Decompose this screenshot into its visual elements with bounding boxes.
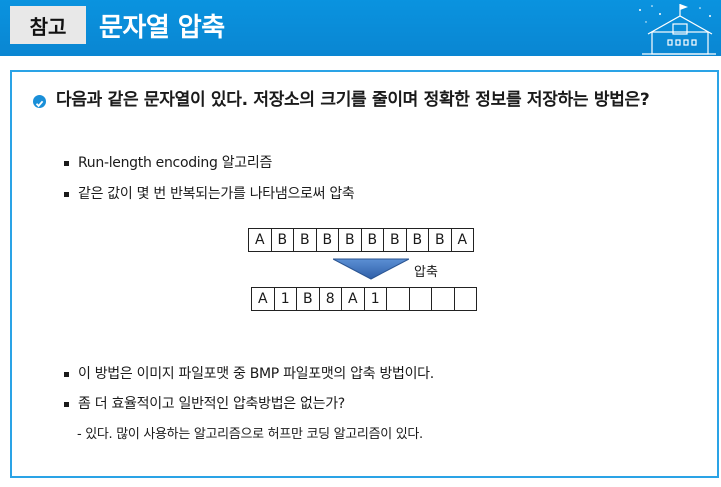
compressed-cell: [453, 287, 477, 311]
compressed-cell: 8: [318, 287, 342, 311]
string-cell: B: [293, 228, 317, 252]
compressed-cell: [431, 287, 455, 311]
bullet-text: 이 방법은 이미지 파일포맷 중 BMP 파일포맷의 압축 방법이다.: [78, 366, 434, 382]
answer-text: - 있다. 많이 사용하는 알고리즘으로 허프만 코딩 알고리즘이 있다.: [77, 427, 423, 442]
bullet-item: 이 방법은 이미지 파일포맷 중 BMP 파일포맷의 압축 방법이다.: [64, 364, 434, 384]
string-cell: B: [270, 228, 294, 252]
string-cell: B: [383, 228, 407, 252]
string-cell: B: [315, 228, 339, 252]
string-cell: A: [450, 228, 474, 252]
header-separator: [0, 56, 721, 70]
compressed-cell: A: [251, 287, 275, 311]
string-cell: B: [428, 228, 452, 252]
down-arrow-icon: [333, 258, 409, 280]
school-building-icon: [639, 4, 716, 55]
bullet-square-icon: [64, 160, 69, 166]
string-cell: B: [360, 228, 384, 252]
bullet-square-icon: [64, 401, 69, 407]
reference-tag: 참고: [10, 6, 86, 44]
question-text: 다음과 같은 문자열이 있다. 저장소의 크기를 줄이며 정확한 정보를 저장하…: [56, 90, 650, 110]
compress-label: 압축: [414, 265, 438, 280]
bullet-text: 같은 값이 몇 번 반복되는가를 나타냄으로써 압축: [78, 186, 355, 202]
header-banner: 참고 문자열 압축: [0, 0, 721, 56]
check-circle-icon: [33, 95, 46, 108]
bullet-item: 같은 값이 몇 번 반복되는가를 나타냄으로써 압축: [64, 184, 355, 204]
compressed-string-cells: A 1 B 8 A 1: [251, 287, 477, 311]
bullet-item: Run-length encoding 알고리즘: [64, 153, 272, 173]
input-string-cells: A B B B B B B B B A: [248, 228, 474, 252]
compressed-cell: [408, 287, 432, 311]
bullet-square-icon: [64, 371, 69, 377]
compressed-cell: B: [296, 287, 320, 311]
string-cell: A: [248, 228, 272, 252]
bullet-text: 좀 더 효율적이고 일반적인 압축방법은 없는가?: [78, 396, 345, 412]
bullet-item: 좀 더 효율적이고 일반적인 압축방법은 없는가?: [64, 394, 345, 414]
string-cell: B: [405, 228, 429, 252]
compressed-cell: A: [341, 287, 365, 311]
bullet-text: Run-length encoding 알고리즘: [78, 155, 273, 171]
compressed-cell: [386, 287, 410, 311]
string-cell: B: [338, 228, 362, 252]
compressed-cell: 1: [273, 287, 297, 311]
page-title: 문자열 압축: [99, 12, 225, 43]
compressed-cell: 1: [363, 287, 387, 311]
bullet-square-icon: [64, 191, 69, 197]
